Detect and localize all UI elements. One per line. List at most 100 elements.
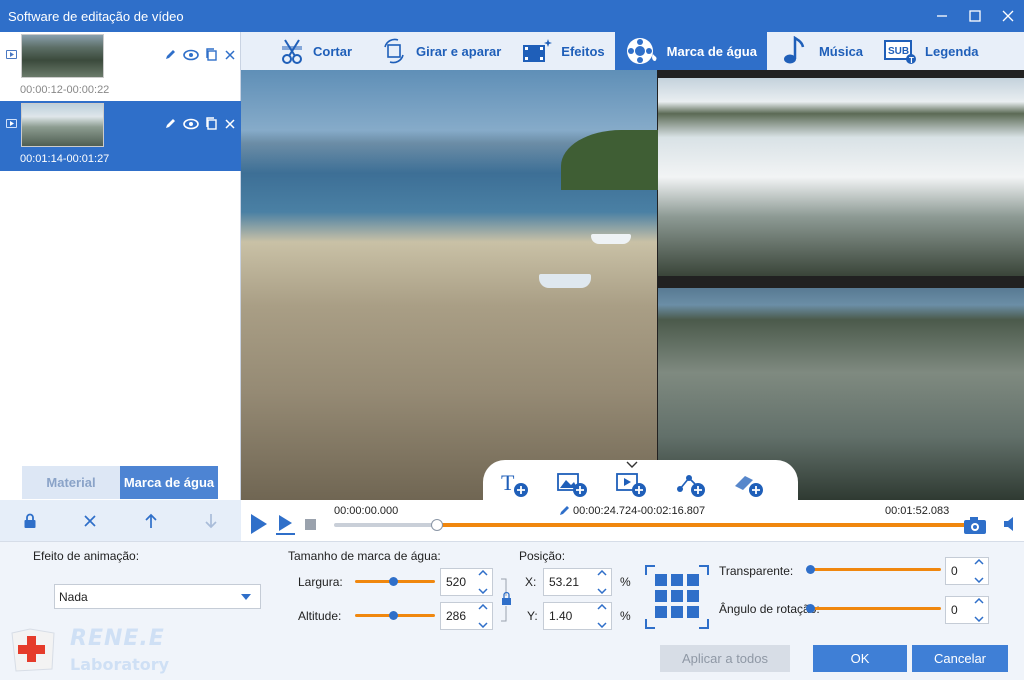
main-video-frame — [241, 70, 661, 500]
play-icon[interactable] — [249, 513, 269, 535]
spin-down-icon[interactable] — [974, 616, 984, 622]
clip-item[interactable]: 00:00:12-00:00:22 — [0, 32, 241, 102]
y-label: Y: — [527, 609, 538, 623]
y-input[interactable]: 1.40 — [543, 602, 612, 630]
tab-watermark-tool[interactable]: Marca de água — [614, 32, 767, 70]
cancel-button[interactable]: Cancelar — [912, 645, 1008, 672]
tab-music[interactable]: Música — [771, 32, 873, 70]
spin-up-icon[interactable] — [974, 598, 984, 604]
animation-select[interactable]: Nada — [54, 584, 261, 609]
clip-item[interactable]: 00:01:14-00:01:27 — [0, 101, 241, 171]
rene-logo-icon — [11, 628, 55, 672]
aspect-lock-icon[interactable] — [500, 578, 512, 622]
rotation-input[interactable]: 0 — [945, 596, 989, 624]
boat-shape — [591, 234, 631, 244]
spin-down-icon[interactable] — [597, 622, 607, 628]
play-clip-icon[interactable] — [6, 50, 17, 59]
timeline-range: 00:00:24.724-00:02:16.807 — [573, 505, 706, 517]
snapshot-icon[interactable] — [963, 515, 989, 535]
position-grid-icon[interactable] — [645, 565, 709, 629]
spin-down-icon[interactable] — [478, 588, 488, 594]
stop-icon[interactable] — [305, 519, 317, 531]
width-value: 520 — [446, 575, 467, 589]
watermark-settings: Efeito de animação: Nada Tamanho de marc… — [0, 541, 1024, 680]
add-image-icon[interactable] — [557, 472, 589, 498]
apply-all-button[interactable]: Aplicar a todos — [660, 645, 790, 672]
add-text-icon[interactable]: T — [501, 472, 529, 498]
close-icon — [1002, 10, 1013, 22]
rotation-slider-knob[interactable] — [806, 604, 815, 613]
transparent-value: 0 — [951, 564, 958, 578]
play-from-start-icon[interactable] — [275, 513, 297, 535]
transparent-slider-track[interactable] — [807, 568, 941, 571]
timeline-playhead[interactable] — [430, 519, 443, 531]
edit-icon[interactable] — [164, 48, 177, 61]
video-preview[interactable] — [241, 70, 1024, 500]
add-shape-icon[interactable] — [675, 472, 707, 498]
volume-icon[interactable] — [1003, 516, 1019, 532]
y-percent: % — [620, 609, 631, 623]
height-input[interactable]: 286 — [440, 602, 493, 630]
rotate-crop-icon — [384, 38, 404, 64]
spin-down-icon[interactable] — [974, 577, 984, 583]
spin-up-icon[interactable] — [478, 570, 488, 576]
svg-text:T: T — [501, 472, 515, 495]
tab-material[interactable]: Material — [22, 466, 120, 499]
spin-up-icon[interactable] — [597, 604, 607, 610]
effects-icon — [523, 39, 553, 62]
copy-icon[interactable] — [205, 48, 218, 61]
tab-cut-label: Cortar — [313, 43, 353, 59]
transparent-input[interactable]: 0 — [945, 557, 989, 585]
add-eraser-icon[interactable] — [733, 472, 765, 498]
clip-thumbnail — [21, 103, 104, 147]
move-up-icon[interactable] — [144, 513, 158, 529]
x-value: 53.21 — [549, 575, 580, 589]
x-percent: % — [620, 575, 631, 589]
rotation-slider-track[interactable] — [807, 607, 941, 610]
add-video-icon[interactable] — [616, 472, 648, 498]
width-slider-knob[interactable] — [389, 577, 398, 586]
tab-subtitle[interactable]: SUB T Legenda — [873, 32, 988, 70]
x-input[interactable]: 53.21 — [543, 568, 612, 596]
spin-down-icon[interactable] — [597, 588, 607, 594]
spin-up-icon[interactable] — [478, 604, 488, 610]
delete-icon[interactable] — [224, 49, 236, 61]
maximize-button[interactable] — [958, 0, 991, 32]
timeline-end-time: 00:01:52.083 — [885, 505, 950, 517]
tab-watermark[interactable]: Marca de água — [120, 466, 218, 499]
logo-sub: Laboratory — [70, 655, 170, 674]
play-clip-icon[interactable] — [6, 119, 17, 128]
transparent-slider-knob[interactable] — [806, 565, 815, 574]
ok-button[interactable]: OK — [813, 645, 907, 672]
clip-time: 00:01:14-00:01:27 — [20, 153, 110, 165]
height-slider-knob[interactable] — [389, 611, 398, 620]
move-down-icon[interactable] — [204, 513, 218, 529]
edit-icon[interactable] — [164, 117, 177, 130]
remove-icon[interactable] — [83, 514, 97, 528]
spin-down-icon[interactable] — [478, 622, 488, 628]
spin-up-icon[interactable] — [974, 559, 984, 565]
tab-effects[interactable]: Efeitos — [511, 32, 614, 70]
close-button[interactable] — [991, 0, 1024, 32]
tab-cut[interactable]: Cortar — [269, 32, 362, 70]
eye-icon[interactable] — [183, 49, 199, 61]
width-label: Largura: — [298, 575, 343, 589]
width-input[interactable]: 520 — [440, 568, 493, 596]
tab-rotate-crop[interactable]: Girar e aparar — [370, 32, 511, 70]
copy-icon[interactable] — [205, 117, 218, 130]
height-label: Altitude: — [298, 609, 342, 623]
window-title: Software de editação de vídeo — [8, 8, 184, 24]
transparent-label: Transparente: — [719, 564, 794, 578]
eye-icon[interactable] — [183, 118, 199, 130]
edit-toolbar: Cortar Girar e aparar Efeitos Marca de á… — [241, 32, 1024, 70]
delete-icon[interactable] — [224, 118, 236, 130]
waterfall-frame — [658, 78, 1024, 276]
watermark-icon — [626, 38, 657, 64]
minimize-button[interactable] — [925, 0, 958, 32]
timeline-start-time: 00:00:00.000 — [334, 505, 399, 517]
animation-value: Nada — [59, 590, 88, 604]
clip-thumbnail — [21, 34, 104, 78]
collapse-chevron-icon[interactable] — [626, 461, 638, 469]
lock-icon[interactable] — [23, 513, 37, 529]
spin-up-icon[interactable] — [597, 570, 607, 576]
